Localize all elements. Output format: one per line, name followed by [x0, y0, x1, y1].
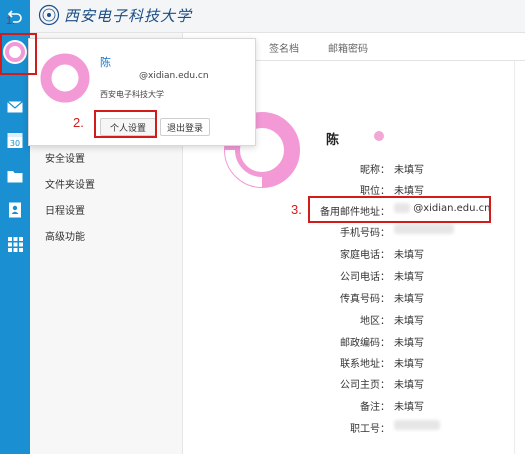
contacts-icon[interactable]	[5, 200, 25, 220]
profile-row-postcode: 邮政编码： 未填写	[255, 334, 525, 350]
row-value	[394, 224, 454, 235]
profile-name: 陈	[326, 133, 340, 148]
profile-row-region: 地区： 未填写	[255, 312, 525, 328]
profile-row-mobile: 手机号码：	[255, 224, 525, 240]
redacted-text	[394, 224, 454, 234]
redacted-text	[394, 420, 440, 430]
row-value: 未填写	[394, 165, 424, 176]
profile-row-address: 联系地址： 未填写	[255, 355, 525, 371]
mail-icon[interactable]	[5, 97, 25, 117]
tab-signature[interactable]: 签名档	[269, 40, 299, 55]
annotation-box-avatar	[0, 33, 37, 75]
row-label: 家庭电话：	[340, 250, 390, 261]
row-label: 地区：	[360, 316, 390, 327]
row-label: 公司电话：	[340, 272, 390, 283]
profile-row-homepage: 公司主页： 未填写	[255, 376, 525, 392]
top-header: 西安电子科技大学	[30, 0, 525, 33]
popup-user-name: 陈	[100, 56, 111, 69]
row-value: 未填写	[394, 316, 424, 327]
menu-item-advanced[interactable]: 高级功能	[45, 228, 85, 243]
row-label: 公司主页：	[340, 380, 390, 391]
profile-row-office-phone: 公司电话： 未填写	[255, 268, 525, 284]
calendar-icon[interactable]: 30	[5, 130, 25, 150]
popup-user-school: 西安电子科技大学	[100, 90, 164, 99]
row-label: 职工号：	[350, 424, 390, 435]
logout-button[interactable]: 退出登录	[160, 118, 210, 136]
folder-icon[interactable]	[5, 166, 25, 186]
row-value: 未填写	[394, 294, 424, 305]
edit-name-icon[interactable]	[374, 131, 384, 141]
row-value	[394, 420, 440, 431]
university-seal-icon	[38, 4, 60, 26]
row-label: 手机号码：	[340, 228, 390, 239]
row-value: 未填写	[394, 380, 424, 391]
annotation-step-3: 3.	[291, 202, 302, 217]
annotation-box-backup-email	[308, 196, 491, 223]
row-label: 昵称：	[360, 165, 390, 176]
row-label: 职位：	[360, 186, 390, 197]
profile-row-fax: 传真号码： 未填写	[255, 290, 525, 306]
popup-avatar	[40, 53, 90, 103]
menu-item-security[interactable]: 安全设置	[45, 150, 85, 165]
university-name: 西安电子科技大学	[64, 6, 193, 25]
tab-mail-password[interactable]: 邮箱密码	[328, 40, 368, 55]
profile-row-nickname: 昵称： 未填写	[255, 161, 525, 177]
mail-settings-page: 30 西安电子科技大学 安全设置 文件夹设置 日程设置 高级功能 签名档 邮箱密…	[0, 0, 525, 454]
row-value: 未填写	[394, 250, 424, 261]
menu-item-calendar[interactable]: 日程设置	[45, 202, 85, 217]
annotation-step-1: 1.	[6, 15, 16, 27]
row-value: 未填写	[394, 402, 424, 413]
menu-item-folders[interactable]: 文件夹设置	[45, 176, 95, 191]
row-value: 未填写	[394, 359, 424, 370]
row-value: 未填写	[394, 272, 424, 283]
row-value: 未填写	[394, 338, 424, 349]
row-value: 未填写	[394, 186, 424, 197]
apps-grid-icon[interactable]	[5, 234, 25, 254]
profile-row-employee-id: 职工号：	[255, 420, 525, 436]
popup-user-email: @xidian.edu.cn	[139, 71, 209, 81]
profile-row-notes: 备注： 未填写	[255, 398, 525, 414]
row-label: 联系地址：	[340, 359, 390, 370]
row-label: 传真号码：	[340, 294, 390, 305]
calendar-day: 30	[10, 139, 20, 148]
annotation-box-settings	[94, 110, 157, 138]
profile-row-home-phone: 家庭电话： 未填写	[255, 246, 525, 262]
annotation-step-2: 2.	[73, 115, 84, 130]
row-label: 邮政编码：	[340, 338, 390, 349]
university-logo: 西安电子科技大学	[38, 4, 192, 26]
row-label: 备注：	[360, 402, 390, 413]
